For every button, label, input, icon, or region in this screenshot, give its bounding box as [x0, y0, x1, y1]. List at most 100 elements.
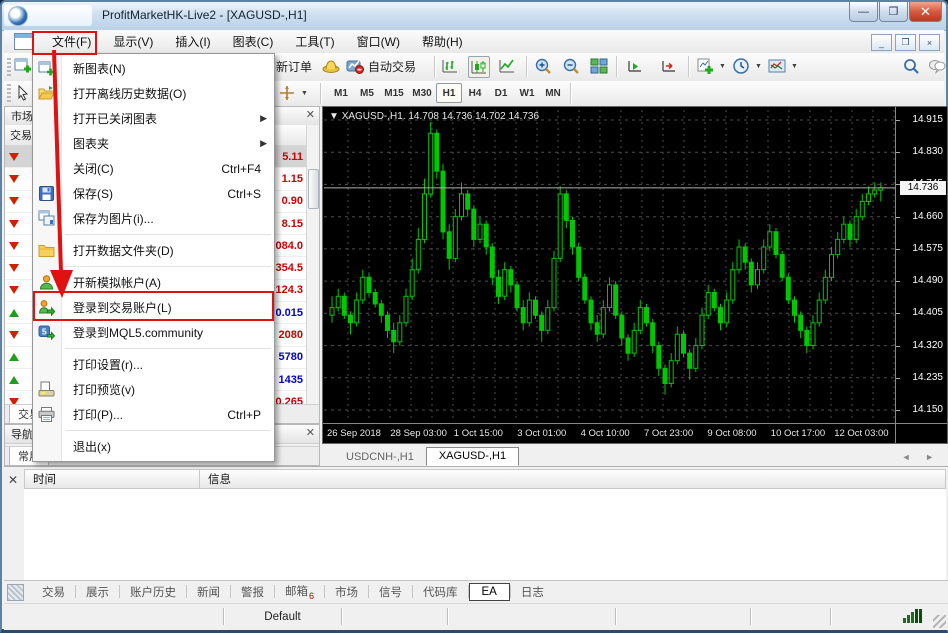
candlestick-chart-icon[interactable] — [468, 56, 490, 78]
toolbar-grip[interactable] — [7, 84, 11, 102]
status-profile[interactable]: Default — [224, 604, 341, 629]
navigator-close-icon[interactable]: ✕ — [306, 427, 315, 439]
indicators-icon — [696, 57, 714, 75]
search-icon[interactable] — [902, 57, 920, 75]
chart-window-icon[interactable] — [14, 33, 33, 50]
timeframe-H1[interactable]: H1 — [436, 83, 462, 103]
file-menu-item-8[interactable]: 打开数据文件夹(D) — [33, 238, 274, 263]
tile-windows-icon[interactable] — [590, 57, 608, 75]
resize-grip[interactable] — [933, 615, 946, 628]
file-menu-item-16[interactable]: 打印(P)...Ctrl+P — [33, 402, 274, 427]
chart-tab-bar: USDCNH-,H1XAGUSD-,H1 ◄ ► — [322, 444, 948, 466]
metaeditor-icon[interactable] — [322, 57, 340, 75]
scrollbar-thumb[interactable] — [308, 169, 319, 209]
chart-window[interactable]: ▼ XAGUSD-,H1. 14.708 14.736 14.702 14.73… — [322, 106, 948, 444]
line-chart-icon[interactable] — [498, 57, 516, 75]
bottom-tab-交易[interactable]: 交易 — [32, 582, 75, 602]
market-watch-close-icon[interactable]: ✕ — [306, 109, 315, 121]
menu-tools[interactable]: 工具(T) — [284, 30, 345, 53]
bottom-tab-市场[interactable]: 市场 — [325, 582, 368, 602]
time-axis-label: 12 Oct 03:00 — [834, 428, 888, 439]
menu-window[interactable]: 窗口(W) — [346, 30, 411, 53]
zoom-out-icon[interactable] — [562, 57, 580, 75]
timeframe-H4[interactable]: H4 — [462, 83, 488, 103]
templates-button[interactable]: ▼ — [768, 57, 798, 75]
file-menu-item-5[interactable]: 保存(S)Ctrl+S — [33, 181, 274, 206]
zoom-in-icon[interactable] — [534, 57, 552, 75]
bottom-tab-账户历史[interactable]: 账户历史 — [120, 582, 186, 602]
timeframe-M15[interactable]: M15 — [380, 83, 408, 103]
file-menu-item-1[interactable]: 打开离线历史数据(O) — [33, 81, 274, 106]
demo-account-icon — [38, 274, 55, 291]
autotrading-button[interactable]: 自动交易 — [346, 57, 416, 75]
menu-item-shortcut: Ctrl+P — [227, 408, 261, 422]
file-menu-item-11[interactable]: 登录到交易账户(L) — [33, 295, 274, 320]
file-menu-item-12[interactable]: 5登录到MQL5.community — [33, 320, 274, 345]
menu-insert[interactable]: 插入(I) — [164, 30, 221, 53]
mdi-close-button[interactable]: × — [919, 34, 940, 51]
timeframe-W1[interactable]: W1 — [514, 83, 540, 103]
bottom-tab-展示[interactable]: 展示 — [76, 582, 119, 602]
bottom-tab-警报[interactable]: 警报 — [231, 582, 274, 602]
bottom-tab-新闻[interactable]: 新闻 — [187, 582, 230, 602]
panel-pattern-icon[interactable] — [7, 584, 24, 601]
column-info[interactable]: 信息 — [200, 469, 946, 489]
menu-item-shortcut: Ctrl+F4 — [221, 162, 261, 176]
price-axis-tick — [896, 120, 900, 121]
column-time[interactable]: 时间 — [24, 469, 200, 489]
market-watch-scrollbar[interactable] — [306, 125, 319, 405]
menu-charts[interactable]: 图表(C) — [222, 30, 285, 53]
menu-file[interactable]: 文件(F) — [41, 30, 102, 53]
file-menu-item-3[interactable]: 图表夹▶ — [33, 131, 274, 156]
menu-help[interactable]: 帮助(H) — [411, 30, 474, 53]
file-menu-item-6[interactable]: 保存为图片(i)... — [33, 206, 274, 231]
data-folder-icon — [38, 242, 55, 259]
bottom-tab-日志[interactable]: 日志 — [511, 582, 554, 602]
price-axis[interactable]: 14.91514.83014.74514.66014.57514.49014.4… — [895, 107, 947, 443]
close-button[interactable]: ✕ — [909, 2, 942, 22]
file-menu-item-0[interactable]: 新图表(N) — [33, 56, 274, 81]
menu-item-label: 保存(S) — [73, 185, 113, 202]
candlestick-chart[interactable] — [324, 110, 895, 422]
login-account-icon — [38, 299, 55, 316]
timeframe-MN[interactable]: MN — [540, 83, 566, 103]
bottom-tab-信号[interactable]: 信号 — [369, 582, 412, 602]
file-menu-item-10[interactable]: 开新模拟帐户(A) — [33, 270, 274, 295]
toolbar-grip[interactable] — [7, 58, 11, 76]
minimize-button[interactable]: — — [849, 2, 878, 22]
restore-button[interactable]: ❐ — [879, 2, 908, 22]
bottom-tab-EA[interactable]: EA — [469, 583, 510, 601]
chat-icon[interactable] — [928, 57, 946, 75]
file-menu-item-2[interactable]: 打开已关闭图表▶ — [33, 106, 274, 131]
timeframe-D1[interactable]: D1 — [488, 83, 514, 103]
menu-view[interactable]: 显示(V) — [102, 30, 164, 53]
bar-chart-icon[interactable] — [441, 57, 459, 75]
cursor-icon[interactable] — [14, 84, 32, 102]
terminal-close-icon[interactable]: ✕ — [8, 473, 18, 487]
price-axis-label: 14.490 — [912, 275, 943, 286]
tab-scroll-arrows[interactable]: ◄ ► — [902, 452, 940, 462]
timeframe-M1[interactable]: M1 — [328, 83, 354, 103]
file-menu-item-4[interactable]: 关闭(C)Ctrl+F4 — [33, 156, 274, 181]
time-axis[interactable]: 26 Sep 201828 Sep 03:001 Oct 15:003 Oct … — [323, 423, 947, 444]
mdi-minimize-button[interactable]: _ — [871, 34, 892, 51]
file-menu-item-14[interactable]: 打印设置(r)... — [33, 352, 274, 377]
chart-shift-icon[interactable] — [660, 57, 678, 75]
crosshair-dropdown-arrow: ▼ — [301, 90, 308, 97]
chart-tab-XAGUSD-,H1[interactable]: XAGUSD-,H1 — [426, 447, 519, 466]
timeframe-M30[interactable]: M30 — [408, 83, 436, 103]
crosshair-dropdown-button[interactable]: ▼ — [278, 84, 308, 102]
indicators-button[interactable]: ▼ — [696, 57, 726, 75]
new-chart-toolbar-icon[interactable] — [14, 57, 32, 75]
periods-button[interactable]: ▼ — [732, 57, 762, 75]
menu-bar: 文件(F)显示(V)插入(I)图表(C)工具(T)窗口(W)帮助(H) _ ❐ … — [4, 30, 944, 54]
bottom-tab-代码库[interactable]: 代码库 — [413, 582, 468, 602]
file-menu-item-15[interactable]: 打印预览(v) — [33, 377, 274, 402]
file-menu-item-18[interactable]: 退出(x) — [33, 434, 274, 459]
chart-collapse-icon[interactable]: ▼ — [329, 111, 342, 122]
chart-tab-USDCNH-,H1[interactable]: USDCNH-,H1 — [334, 449, 426, 466]
timeframe-M5[interactable]: M5 — [354, 83, 380, 103]
mdi-restore-button[interactable]: ❐ — [895, 34, 916, 51]
auto-scroll-icon[interactable] — [626, 57, 644, 75]
bottom-tab-邮箱[interactable]: 邮箱6 — [275, 581, 324, 602]
